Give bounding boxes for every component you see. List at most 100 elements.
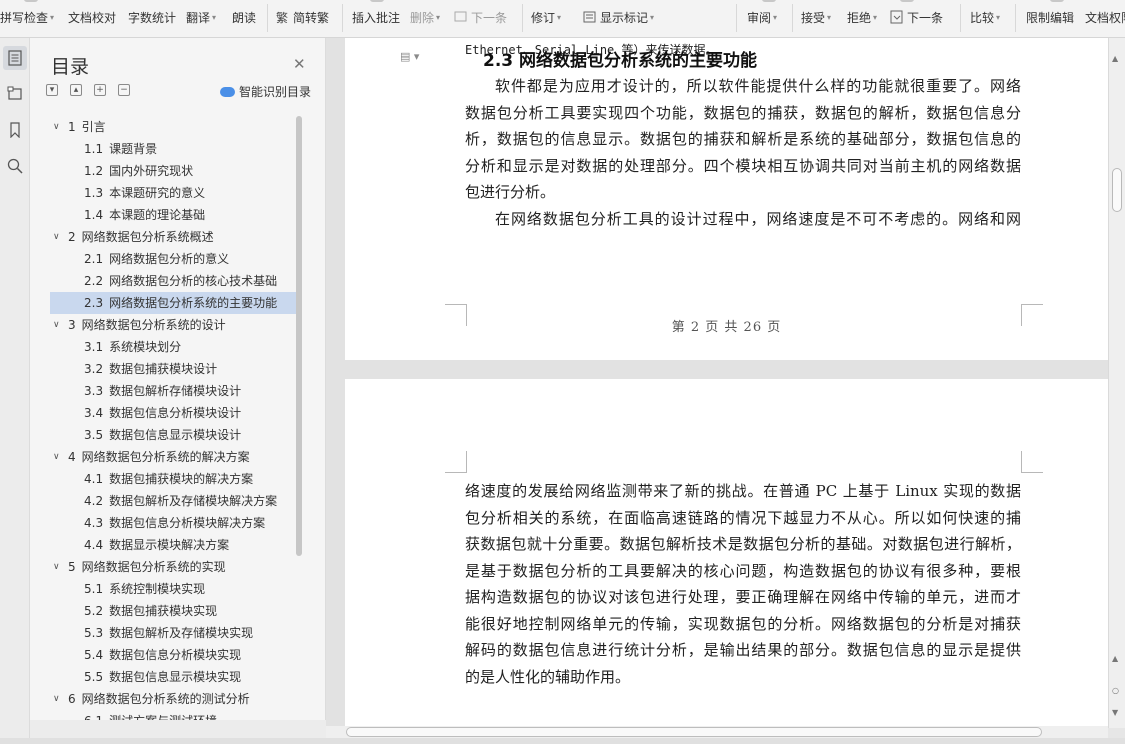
- toc-chapter-item[interactable]: ∨ 6 网络数据包分析系统的测试分析: [50, 688, 296, 710]
- toc-item-number: 3.1: [84, 340, 104, 354]
- horizontal-scrollbar-thumb[interactable]: [346, 727, 1042, 737]
- next-comment-button[interactable]: 下一条: [454, 8, 507, 26]
- toc-item-label: 数据包信息分析模块解决方案: [109, 516, 266, 530]
- ribbon-separator: [267, 4, 268, 32]
- expand-up-icon[interactable]: ▴: [70, 84, 82, 96]
- add-heading-icon[interactable]: +: [94, 84, 106, 96]
- paragraph-line: 包分析相关的系统，在面临高速链路的情况下越显力不从心。所以如何快速的捕: [465, 508, 1021, 527]
- reject-button[interactable]: 拒绝 ▾: [847, 8, 877, 26]
- translate-button[interactable]: 翻译 ▾: [186, 8, 216, 26]
- toc-section-item[interactable]: 5.5 数据包信息显示模块实现: [50, 666, 296, 688]
- revise-label: 修订: [531, 10, 556, 25]
- horizontal-scrollbar[interactable]: [326, 726, 1108, 738]
- close-icon[interactable]: ✕: [293, 55, 306, 73]
- read-aloud-button[interactable]: 朗读: [232, 8, 256, 26]
- ribbon-icon-stub: [900, 0, 914, 2]
- paragraph: 软件都是为应用才设计的，所以软件能提供什么样的功能就很重要了。网络数据包分析工具…: [465, 73, 1021, 232]
- toc-section-item[interactable]: 2.1 网络数据包分析的意义: [50, 248, 296, 270]
- paragraph-line: 软件都是为应用才设计的，所以软件能提供什么样的功能就很重要了。网络: [495, 77, 1021, 95]
- toc-section-item[interactable]: 4.3 数据包信息分析模块解决方案: [50, 512, 296, 534]
- toc-item-number: 5.5: [84, 670, 104, 684]
- toc-chapter-item[interactable]: ∨ 2 网络数据包分析系统概述: [50, 226, 296, 248]
- chevron-down-icon[interactable]: ∨: [53, 314, 60, 336]
- vertical-scrollbar[interactable]: ▲ ▲ ○ ▼: [1108, 38, 1125, 728]
- word-count-button[interactable]: 字数统计: [128, 8, 176, 26]
- toc-section-item[interactable]: 2.3 网络数据包分析系统的主要功能: [50, 292, 296, 314]
- toc-section-item[interactable]: 4.2 数据包解析及存储模块解决方案: [50, 490, 296, 512]
- paragraph-line: 在网络数据包分析工具的设计过程中，网络速度是不可不考虑的。网络和网: [495, 209, 1021, 228]
- toc-item-label: 网络数据包分析系统的主要功能: [109, 296, 278, 310]
- chevron-down-icon[interactable]: ∨: [53, 116, 60, 138]
- chevron-down-icon[interactable]: ▼: [1112, 708, 1118, 717]
- review-label: 审阅: [747, 10, 772, 25]
- toc-toggle-button[interactable]: [3, 46, 27, 70]
- chevron-down-icon[interactable]: ∨: [53, 688, 60, 710]
- toc-section-item[interactable]: 5.2 数据包捕获模块实现: [50, 600, 296, 622]
- toc-scrollbar-thumb[interactable]: [296, 116, 302, 556]
- toc-chapter-item[interactable]: ∨ 3 网络数据包分析系统的设计: [50, 314, 296, 336]
- bookmark-button[interactable]: [3, 118, 27, 142]
- toc-section-item[interactable]: 1.3 本课题研究的意义: [50, 182, 296, 204]
- doc-proof-label: 文档校对: [68, 10, 117, 25]
- ribbon-icon-stub: [762, 0, 776, 2]
- toc-chapter-item[interactable]: ∨ 5 网络数据包分析系统的实现: [50, 556, 296, 578]
- toc-item-number: 3.2: [84, 362, 104, 376]
- review-button[interactable]: 审阅 ▾: [747, 8, 777, 26]
- toc-section-item[interactable]: 4.1 数据包捕获模块的解决方案: [50, 468, 296, 490]
- toc-item-number: 1: [68, 120, 76, 134]
- toc-section-item[interactable]: 1.2 国内外研究现状: [50, 160, 296, 182]
- chevron-down-icon: ▾: [436, 12, 441, 22]
- toc-section-item[interactable]: 3.3 数据包解析存储模块设计: [50, 380, 296, 402]
- toc-section-item[interactable]: 5.4 数据包信息分析模块实现: [50, 644, 296, 666]
- toc-item-label: 引言: [81, 120, 106, 134]
- delete-label: 删除: [410, 10, 435, 25]
- chapter-nav-button[interactable]: [3, 82, 27, 106]
- compare-button[interactable]: 比较 ▾: [970, 8, 1000, 26]
- toc-section-item[interactable]: 3.4 数据包信息分析模块设计: [50, 402, 296, 424]
- next-change-button[interactable]: 下一条: [890, 8, 943, 26]
- delete-comment-button[interactable]: 删除 ▾: [410, 8, 440, 26]
- toc-section-item[interactable]: 3.5 数据包信息显示模块设计: [50, 424, 296, 446]
- toc-section-item[interactable]: 5.1 系统控制模块实现: [50, 578, 296, 600]
- toc-section-item[interactable]: 3.1 系统模块划分: [50, 336, 296, 358]
- toc-chapter-item[interactable]: ∨ 1 引言: [50, 116, 296, 138]
- toc-item-label: 数据显示模块解决方案: [109, 538, 230, 552]
- search-button[interactable]: [3, 154, 27, 178]
- chevron-down-icon[interactable]: ∨: [53, 446, 60, 468]
- vertical-scrollbar-thumb[interactable]: [1112, 168, 1122, 212]
- next-change-label: 下一条: [907, 10, 944, 25]
- collapse-all-icon[interactable]: ▾: [46, 84, 58, 96]
- page-nav-dot-icon[interactable]: ○: [1112, 686, 1119, 695]
- insert-comment-button[interactable]: 插入批注: [352, 8, 400, 26]
- chevron-down-icon[interactable]: ∨: [53, 226, 60, 248]
- toc-chapter-item[interactable]: ∨ 4 网络数据包分析系统的解决方案: [50, 446, 296, 468]
- toc-section-item[interactable]: 4.4 数据显示模块解决方案: [50, 534, 296, 556]
- doc-proof-button[interactable]: 文档校对: [68, 8, 116, 26]
- toc-footer: [30, 720, 326, 738]
- doc-permission-button[interactable]: 文档权限: [1085, 8, 1125, 26]
- ribbon-icon-stub: [370, 0, 384, 2]
- chevron-up-icon[interactable]: ▲: [1112, 654, 1118, 663]
- restrict-edit-button[interactable]: 限制编辑: [1026, 8, 1074, 26]
- chevron-down-icon[interactable]: ∨: [53, 556, 60, 578]
- toc-section-item[interactable]: 1.4 本课题的理论基础: [50, 204, 296, 226]
- toc-section-item[interactable]: 2.2 网络数据包分析的核心技术基础: [50, 270, 296, 292]
- chevron-down-icon: ▾: [557, 12, 562, 22]
- chevron-up-icon[interactable]: ▲: [1112, 54, 1118, 63]
- revise-button[interactable]: 修订 ▾: [531, 8, 561, 26]
- toc-item-number: 3.3: [84, 384, 104, 398]
- spellcheck-button[interactable]: 拼写检查 ▾: [0, 8, 54, 26]
- paragraph-line: 数据包分析工具要实现四个功能，数据包的捕获，数据包的解析，数据包信息分: [465, 103, 1021, 122]
- smart-toc-button[interactable]: 智能识别目录: [220, 83, 311, 100]
- insert-comment-label: 插入批注: [352, 10, 401, 25]
- accept-button[interactable]: 接受 ▾: [801, 8, 831, 26]
- toc-section-item[interactable]: 1.1 课题背景: [50, 138, 296, 160]
- toc-section-item[interactable]: 5.3 数据包解析及存储模块实现: [50, 622, 296, 644]
- show-markup-button[interactable]: 显示标记 ▾: [583, 8, 654, 26]
- convert-button[interactable]: 繁 简转繁: [276, 8, 329, 26]
- toc-section-item[interactable]: 3.2 数据包捕获模块设计: [50, 358, 296, 380]
- spellcheck-label: 拼写检查: [0, 10, 49, 25]
- remove-heading-icon[interactable]: −: [118, 84, 130, 96]
- chevron-down-icon: ▾: [873, 12, 878, 22]
- document-icon[interactable]: ▤ ▾: [400, 50, 419, 63]
